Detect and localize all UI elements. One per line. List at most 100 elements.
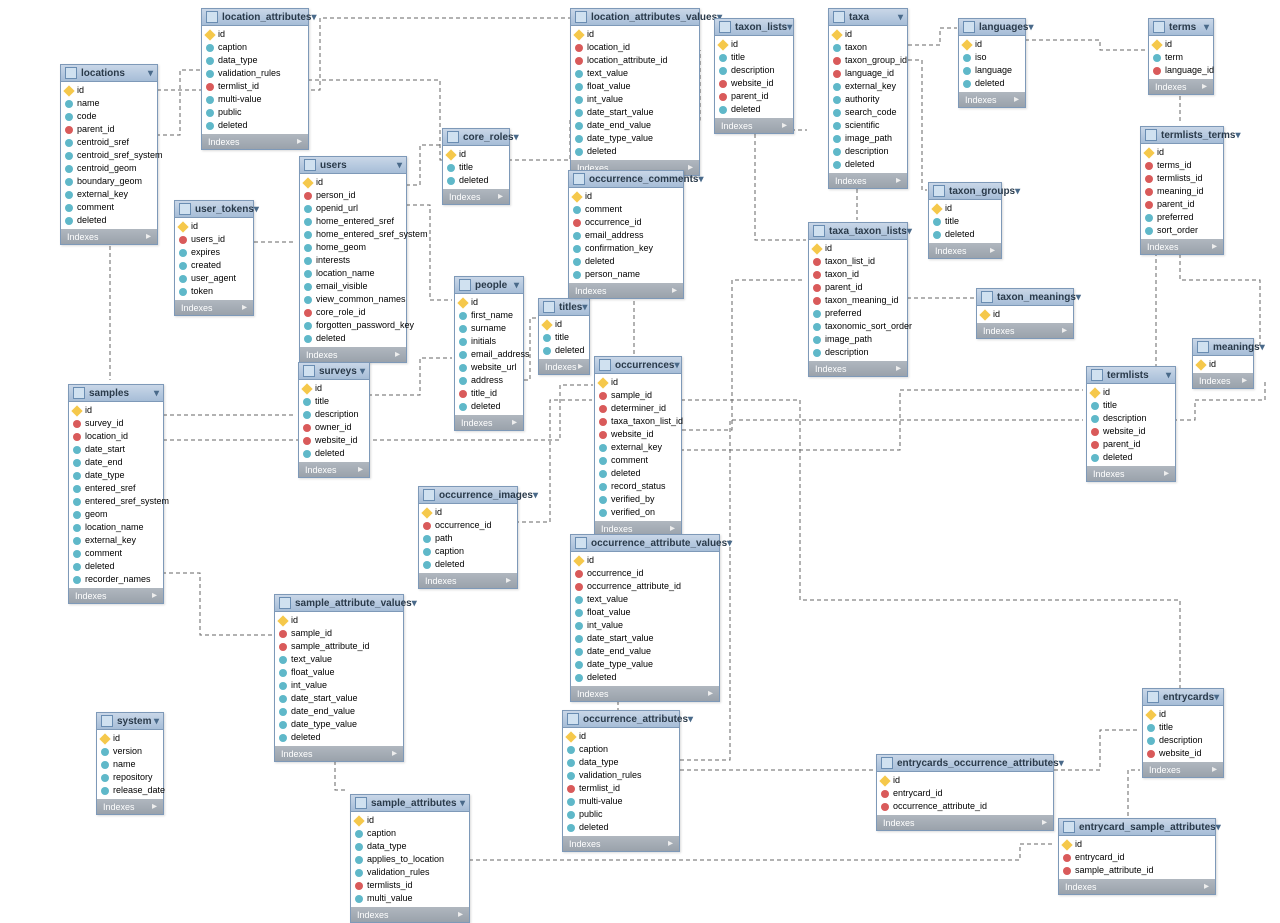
column-view_common_names[interactable]: view_common_names: [300, 293, 406, 306]
column-parent_id[interactable]: parent_id: [1087, 438, 1175, 451]
column-openid_url[interactable]: openid_url: [300, 202, 406, 215]
column-title_id[interactable]: title_id: [455, 387, 523, 400]
column-surname[interactable]: surname: [455, 322, 523, 335]
column-record_status[interactable]: record_status: [595, 480, 681, 493]
column-id[interactable]: id: [1059, 838, 1215, 851]
column-name[interactable]: name: [61, 97, 157, 110]
table-languages[interactable]: languages▾idisolanguagedeletedIndexes▸: [958, 18, 1026, 108]
indexes-footer[interactable]: Indexes▸: [69, 588, 163, 603]
column-id[interactable]: id: [715, 38, 793, 51]
column-preferred[interactable]: preferred: [1141, 211, 1223, 224]
column-location_name[interactable]: location_name: [300, 267, 406, 280]
table-header[interactable]: location_attributes▾: [202, 9, 308, 26]
column-occurrence_attribute_id[interactable]: occurrence_attribute_id: [877, 800, 1053, 813]
table-occurrence_attributes[interactable]: occurrence_attributes▾idcaptiondata_type…: [562, 710, 680, 852]
table-sample_attributes[interactable]: sample_attributes▾idcaptiondata_typeappl…: [350, 794, 470, 923]
column-multi-value[interactable]: multi-value: [202, 93, 308, 106]
column-image_path[interactable]: image_path: [809, 333, 907, 346]
column-geom[interactable]: geom: [69, 508, 163, 521]
column-token[interactable]: token: [175, 285, 253, 298]
indexes-footer[interactable]: Indexes▸: [1059, 879, 1215, 894]
column-id[interactable]: id: [929, 202, 1001, 215]
column-comment[interactable]: comment: [69, 547, 163, 560]
column-centroid_sref[interactable]: centroid_sref: [61, 136, 157, 149]
indexes-footer[interactable]: Indexes▸: [571, 686, 719, 701]
column-preferred[interactable]: preferred: [809, 307, 907, 320]
column-id[interactable]: id: [563, 730, 679, 743]
column-location_id[interactable]: location_id: [69, 430, 163, 443]
column-expires[interactable]: expires: [175, 246, 253, 259]
column-path[interactable]: path: [419, 532, 517, 545]
column-id[interactable]: id: [300, 176, 406, 189]
column-forgotten_password_key[interactable]: forgotten_password_key: [300, 319, 406, 332]
column-interests[interactable]: interests: [300, 254, 406, 267]
column-occurrence_id[interactable]: occurrence_id: [571, 567, 719, 580]
column-address[interactable]: address: [455, 374, 523, 387]
column-validation_rules[interactable]: validation_rules: [202, 67, 308, 80]
indexes-footer[interactable]: Indexes▸: [443, 189, 509, 204]
column-date_type_value[interactable]: date_type_value: [571, 658, 719, 671]
column-home_entered_sref_system[interactable]: home_entered_sref_system: [300, 228, 406, 241]
column-core_role_id[interactable]: core_role_id: [300, 306, 406, 319]
table-header[interactable]: taxa▾: [829, 9, 907, 26]
table-header[interactable]: titles▾: [539, 299, 589, 316]
column-id[interactable]: id: [351, 814, 469, 827]
indexes-footer[interactable]: Indexes▸: [977, 323, 1073, 338]
column-id[interactable]: id: [877, 774, 1053, 787]
column-deleted[interactable]: deleted: [569, 255, 683, 268]
column-sample_id[interactable]: sample_id: [595, 389, 681, 402]
column-external_key[interactable]: external_key: [595, 441, 681, 454]
column-deleted[interactable]: deleted: [300, 332, 406, 345]
column-initials[interactable]: initials: [455, 335, 523, 348]
column-description[interactable]: description: [809, 346, 907, 359]
table-user_tokens[interactable]: user_tokens▾idusers_idexpirescreateduser…: [174, 200, 254, 316]
indexes-footer[interactable]: Indexes▸: [275, 746, 403, 761]
column-occurrence_attribute_id[interactable]: occurrence_attribute_id: [571, 580, 719, 593]
column-deleted[interactable]: deleted: [1087, 451, 1175, 464]
table-surveys[interactable]: surveys▾idtitledescriptionowner_idwebsit…: [298, 362, 370, 478]
column-deleted[interactable]: deleted: [571, 671, 719, 684]
column-deleted[interactable]: deleted: [715, 103, 793, 116]
column-int_value[interactable]: int_value: [275, 679, 403, 692]
column-caption[interactable]: caption: [563, 743, 679, 756]
column-float_value[interactable]: float_value: [571, 606, 719, 619]
column-website_id[interactable]: website_id: [299, 434, 369, 447]
column-int_value[interactable]: int_value: [571, 619, 719, 632]
column-id[interactable]: id: [1141, 146, 1223, 159]
column-boundary_geom[interactable]: boundary_geom: [61, 175, 157, 188]
indexes-footer[interactable]: Indexes▸: [1149, 79, 1213, 94]
column-data_type[interactable]: data_type: [563, 756, 679, 769]
table-taxa[interactable]: taxa▾idtaxontaxon_group_idlanguage_idext…: [828, 8, 908, 189]
table-termlists[interactable]: termlists▾idtitledescriptionwebsite_idpa…: [1086, 366, 1176, 482]
column-date_type[interactable]: date_type: [69, 469, 163, 482]
column-taxon_group_id[interactable]: taxon_group_id: [829, 54, 907, 67]
column-deleted[interactable]: deleted: [455, 400, 523, 413]
column-user_agent[interactable]: user_agent: [175, 272, 253, 285]
column-public[interactable]: public: [202, 106, 308, 119]
indexes-footer[interactable]: Indexes▸: [569, 283, 683, 298]
table-header[interactable]: occurrence_attributes▾: [563, 711, 679, 728]
table-location_attributes[interactable]: location_attributes▾idcaptiondata_typeva…: [201, 8, 309, 150]
table-entrycards[interactable]: entrycards▾idtitledescriptionwebsite_idI…: [1142, 688, 1224, 778]
column-email_address[interactable]: email_address: [455, 348, 523, 361]
table-header[interactable]: core_roles▾: [443, 129, 509, 146]
column-text_value[interactable]: text_value: [275, 653, 403, 666]
column-caption[interactable]: caption: [202, 41, 308, 54]
column-determiner_id[interactable]: determiner_id: [595, 402, 681, 415]
column-date_end[interactable]: date_end: [69, 456, 163, 469]
column-created[interactable]: created: [175, 259, 253, 272]
column-email_visible[interactable]: email_visible: [300, 280, 406, 293]
table-header[interactable]: people▾: [455, 277, 523, 294]
column-description[interactable]: description: [1143, 734, 1223, 747]
column-deleted[interactable]: deleted: [275, 731, 403, 744]
column-multi-value[interactable]: multi-value: [563, 795, 679, 808]
column-language[interactable]: language: [959, 64, 1025, 77]
column-deleted[interactable]: deleted: [69, 560, 163, 573]
column-float_value[interactable]: float_value: [571, 80, 699, 93]
table-header[interactable]: languages▾: [959, 19, 1025, 36]
table-header[interactable]: sample_attributes▾: [351, 795, 469, 812]
column-users_id[interactable]: users_id: [175, 233, 253, 246]
column-first_name[interactable]: first_name: [455, 309, 523, 322]
table-locations[interactable]: locations▾idnamecodeparent_idcentroid_sr…: [60, 64, 158, 245]
table-occurrence_comments[interactable]: occurrence_comments▾idcommentoccurrence_…: [568, 170, 684, 299]
